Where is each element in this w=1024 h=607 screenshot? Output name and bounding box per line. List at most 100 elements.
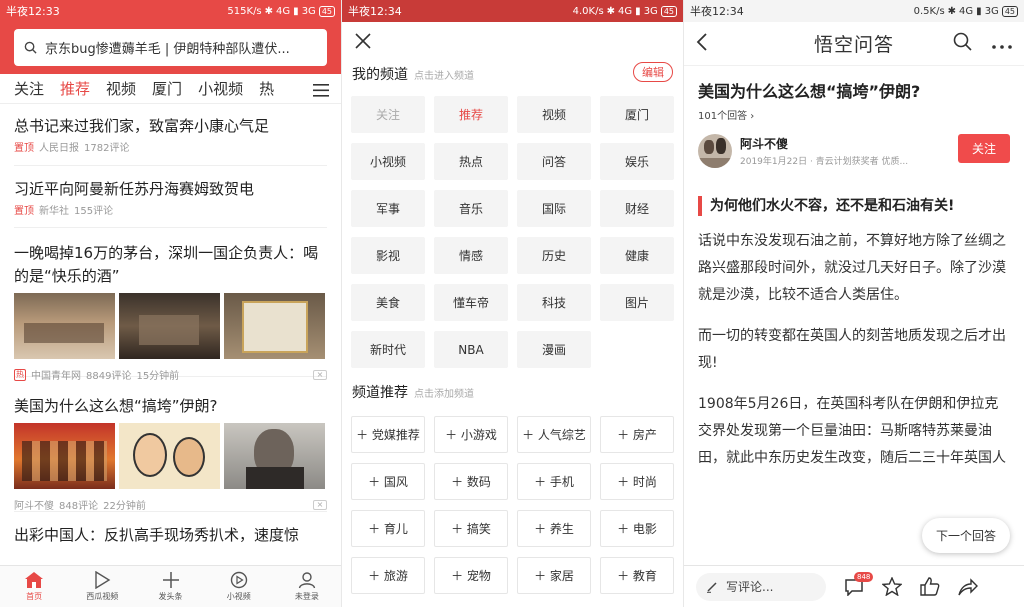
answer-count[interactable]: 101个回答 › — [684, 102, 1024, 122]
edit-button[interactable]: 编辑 — [633, 62, 673, 82]
channel-menu-icon[interactable] — [313, 82, 329, 101]
net-speed: 0.5K/s — [913, 5, 945, 17]
avatar[interactable] — [698, 134, 732, 168]
add-channel-chip[interactable]: ＋ 育儿 — [351, 510, 425, 547]
nav-post[interactable]: 发头条 — [136, 566, 204, 607]
status-bar: 半夜12:34 0.5K/s ✱ 4G ▮ 3G 45 — [684, 0, 1024, 22]
add-channel-chip[interactable]: ＋ 小游戏 — [434, 416, 508, 453]
pinned-tag: 置顶 — [14, 206, 34, 217]
channel-chip[interactable]: 军事 — [351, 190, 425, 227]
add-channel-chip[interactable]: ＋ 家居 — [517, 557, 591, 594]
more-icon[interactable] — [992, 34, 1012, 53]
dismiss-icon[interactable]: × — [313, 369, 327, 380]
feed-screen: 半夜12:33 515K/s ✱ 4G ▮ 3G 45 京东bug惨遭薅羊毛 |… — [0, 0, 341, 607]
nav-short-video[interactable]: 小视频 — [205, 566, 273, 607]
channel-chip[interactable]: 问答 — [517, 143, 591, 180]
bluetooth-icon: ✱ — [947, 5, 957, 17]
add-channel-chip[interactable]: ＋ 数码 — [434, 463, 508, 500]
user-icon — [298, 572, 316, 589]
channel-chip[interactable]: 历史 — [517, 237, 591, 274]
pinned-tag: 置顶 — [14, 143, 34, 154]
tab-video[interactable]: 视频 — [106, 78, 136, 99]
battery-icon: 45 — [1001, 5, 1018, 17]
tab-recommend[interactable]: 推荐 — [60, 78, 90, 99]
channel-chip[interactable]: 厦门 — [600, 96, 674, 133]
channel-chip[interactable]: 影视 — [351, 237, 425, 274]
nav-login[interactable]: 未登录 — [273, 566, 341, 607]
news-thumbnail — [224, 423, 325, 489]
news-item[interactable]: 总书记来过我们家，致富奔小康心气足 置顶 人民日报 1782评论 — [14, 104, 327, 166]
share-icon[interactable] — [958, 577, 978, 596]
nav-xigua-video[interactable]: 西瓜视频 — [68, 566, 136, 607]
back-icon[interactable] — [696, 32, 708, 55]
channel-chip[interactable]: 漫画 — [517, 331, 591, 368]
author-row: 阿斗不傻 2019年1月22日 · 青云计划获奖者 优质... 关注 — [684, 122, 1024, 168]
home-icon — [25, 572, 44, 588]
channel-chip[interactable]: 国际 — [517, 190, 591, 227]
news-comments: 1782评论 — [84, 143, 130, 154]
channel-chip[interactable]: 推荐 — [434, 96, 508, 133]
tab-xiamen[interactable]: 厦门 — [152, 78, 182, 99]
news-source: 阿斗不傻 — [14, 501, 54, 512]
answer-heading: 为何他们水火不容，还不是和石油有关! — [698, 196, 1010, 216]
like-icon[interactable] — [920, 577, 940, 596]
add-channel-chip[interactable]: ＋ 人气综艺 — [517, 416, 591, 453]
channel-chip[interactable]: 音乐 — [434, 190, 508, 227]
comment-placeholder: 写评论... — [726, 580, 774, 594]
channel-chip[interactable]: 懂车帝 — [434, 284, 508, 321]
signal-icon: ▮ — [293, 5, 299, 17]
channel-chip[interactable]: 科技 — [517, 284, 591, 321]
answer-paragraph: 而一切的转变都在英国人的刻苦地质发现之后才出现! — [698, 328, 1006, 371]
add-channel-chip[interactable]: ＋ 国风 — [351, 463, 425, 500]
tab-hot[interactable]: 热 — [259, 78, 274, 99]
tab-short-video[interactable]: 小视频 — [198, 78, 243, 99]
channel-chip[interactable]: 美食 — [351, 284, 425, 321]
dismiss-icon[interactable]: × — [313, 499, 327, 510]
add-channel-chip[interactable]: ＋ 电影 — [600, 510, 674, 547]
tab-follow[interactable]: 关注 — [14, 78, 44, 99]
add-channel-chip[interactable]: ＋ 搞笑 — [434, 510, 508, 547]
status-time: 半夜12:34 — [690, 5, 744, 18]
channel-chip[interactable]: 健康 — [600, 237, 674, 274]
next-answer-button[interactable]: 下一个回答 — [921, 518, 1010, 553]
comment-icon[interactable]: 848 — [844, 571, 874, 596]
comment-input[interactable]: 写评论... — [696, 572, 826, 601]
add-channel-chip[interactable]: ＋ 党媒推荐 — [351, 416, 425, 453]
add-channel-chip[interactable]: ＋ 教育 — [600, 557, 674, 594]
channel-chip[interactable]: 热点 — [434, 143, 508, 180]
channel-chip[interactable]: 关注 — [351, 96, 425, 133]
my-channels-header: 我的频道 点击进入频道 编辑 — [342, 62, 683, 88]
channel-chip[interactable]: 视频 — [517, 96, 591, 133]
add-channel-chip[interactable]: ＋ 手机 — [517, 463, 591, 500]
channel-chip[interactable]: 小视频 — [351, 143, 425, 180]
add-channel-chip[interactable]: ＋ 养生 — [517, 510, 591, 547]
add-channel-chip[interactable]: ＋ 时尚 — [600, 463, 674, 500]
author-name[interactable]: 阿斗不傻 — [740, 135, 908, 152]
network-3g: 3G — [643, 5, 658, 17]
close-icon[interactable] — [354, 33, 372, 54]
news-item[interactable]: 习近平向阿曼新任苏丹海赛姆致贺电 置顶 新华社 155评论 — [14, 166, 327, 228]
news-item[interactable]: 出彩中国人：反扒高手现场秀扒术，速度惊 — [14, 512, 327, 547]
channel-chip[interactable]: 情感 — [434, 237, 508, 274]
short-video-icon — [230, 571, 247, 589]
network-4g: 4G — [276, 5, 291, 17]
my-channels-grid: 关注 推荐 视频 厦门 小视频 热点 问答 娱乐 军事 音乐 国际 财经 影视 … — [342, 88, 683, 376]
news-item[interactable]: 一晚喝掉16万的茅台，深圳一国企负责人：喝的是“快乐的酒” 热 中国青年网 88… — [14, 228, 327, 382]
search-icon[interactable] — [953, 32, 972, 55]
pen-icon — [707, 581, 717, 593]
add-channel-chip[interactable]: ＋ 房产 — [600, 416, 674, 453]
nav-home[interactable]: 首页 — [0, 566, 68, 607]
news-thumbnail — [14, 293, 115, 359]
add-channel-chip[interactable]: ＋ 宠物 — [434, 557, 508, 594]
channel-chip[interactable]: 娱乐 — [600, 143, 674, 180]
add-channel-chip[interactable]: ＋ 旅游 — [351, 557, 425, 594]
news-thumbnail — [119, 423, 220, 489]
star-icon[interactable] — [882, 577, 902, 596]
channel-chip[interactable]: 图片 — [600, 284, 674, 321]
channel-chip[interactable]: 新时代 — [351, 331, 425, 368]
channel-chip[interactable]: 财经 — [600, 190, 674, 227]
follow-button[interactable]: 关注 — [957, 134, 1010, 163]
news-item[interactable]: 美国为什么这么想“搞垮”伊朗? 阿斗不傻 848评论 22分钟前 × — [14, 377, 327, 512]
search-input[interactable]: 京东bug惨遭薅羊毛 | 伊朗特种部队遭伏... — [14, 29, 327, 66]
channel-chip[interactable]: NBA — [434, 331, 508, 368]
